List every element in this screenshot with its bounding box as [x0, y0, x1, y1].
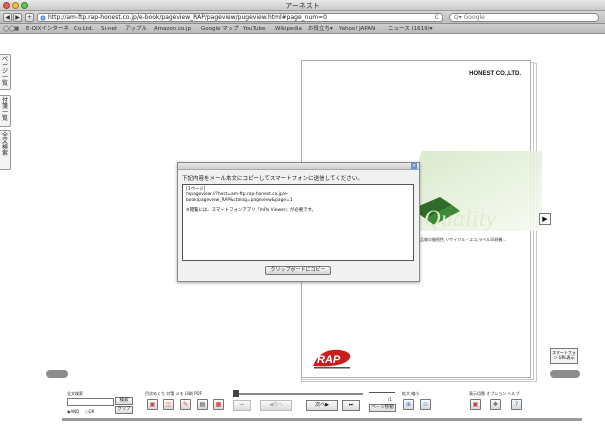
add-bookmark-button[interactable]: +: [25, 13, 34, 22]
dialog-close-button[interactable]: ×: [411, 163, 417, 169]
last-page-button[interactable]: ⏭: [342, 400, 360, 411]
bookmark-item[interactable]: Amazon.co.jp: [154, 25, 191, 33]
page-move-button[interactable]: ページ移動: [369, 404, 396, 412]
bookmark-item[interactable]: Yahoo! JAPAN: [339, 25, 375, 33]
or-label: OR: [88, 409, 95, 414]
scroll-left-handle[interactable]: [46, 370, 68, 378]
scroll-right-handle[interactable]: [550, 370, 580, 378]
globe-icon: [40, 15, 46, 21]
pdf-icon[interactable]: ▦: [213, 399, 224, 410]
or-radio[interactable]: ○OR: [85, 409, 94, 414]
and-label: AND: [70, 409, 80, 414]
forward-button[interactable]: ▶: [13, 13, 22, 22]
dialog-message: 下記内容をメール本文にコピーしてスマートフォンに送信してください。: [182, 176, 363, 182]
sticky-note-icon[interactable]: ✎: [180, 399, 191, 410]
bookmark-item[interactable]: YouTube: [243, 25, 265, 33]
display-options-help-label: 表示切替 オプション ヘルプ: [469, 391, 520, 396]
bottom-divider: [62, 418, 582, 421]
page-slider-track[interactable]: [233, 393, 363, 395]
zoom-label: 拡大 縮小: [402, 391, 420, 396]
bookmark-item[interactable]: ニュース (1619)▾: [388, 25, 433, 33]
back-button[interactable]: ◀: [3, 13, 12, 22]
next-page-arrow-button[interactable]: ▶: [539, 213, 551, 225]
page-number-input[interactable]: [369, 392, 395, 393]
smartphone-url-dialog: × 下記内容をメール本文にコピーしてスマートフォンに送信してください。 [1ペー…: [177, 162, 420, 282]
search-button[interactable]: 検索: [115, 397, 133, 405]
help-icon[interactable]: ?: [511, 399, 522, 410]
fulltext-search-input[interactable]: [67, 398, 114, 406]
next-page-button[interactable]: 次へ▶: [306, 400, 338, 411]
zoom-in-icon[interactable]: ⊕: [403, 399, 414, 410]
reload-icon[interactable]: C: [435, 14, 439, 22]
page-total: /1: [388, 397, 392, 402]
prev-page-button[interactable]: ◀前へ: [260, 400, 292, 411]
options-wrench-icon[interactable]: ❖: [490, 399, 501, 410]
textarea-line: ※閲覧には、スマートフォンアプリ『mPa Viewer』が必要です。: [186, 208, 316, 214]
display-toggle-icon[interactable]: ▣: [470, 399, 481, 410]
page-slider-thumb[interactable]: [233, 390, 239, 397]
bookmarks-bar: ◯◯ ▦ E-QIXインターネ Co.Ltd. Si-net アップル Amaz…: [0, 24, 605, 34]
side-tab-fulltext-search[interactable]: 全文検索: [0, 130, 11, 170]
search-label: 全文検索: [67, 391, 83, 396]
bookmark-item[interactable]: お役立ち▾: [308, 25, 333, 33]
flip-icon[interactable]: ◫: [163, 399, 174, 410]
copy-to-clipboard-button[interactable]: クリップボードにコピー: [265, 266, 331, 275]
bookmark-item[interactable]: Co.Ltd.: [74, 25, 93, 33]
clear-button[interactable]: クリア: [115, 406, 133, 414]
hero-text: Quality: [424, 206, 497, 231]
address-text: http://am-ftp.rap-honest.co.jp/e-book/pa…: [48, 14, 327, 21]
address-bar[interactable]: http://am-ftp.rap-honest.co.jp/e-book/pa…: [37, 13, 443, 22]
and-radio[interactable]: ◉AND: [67, 409, 79, 414]
bookmark-item[interactable]: Wikipedia: [275, 25, 302, 33]
smartphone-url-button[interactable]: スマートフォン URL表示: [550, 348, 578, 364]
browser-toolbar: ◀ ▶ + http://am-ftp.rap-honest.co.jp/e-b…: [0, 11, 605, 24]
tools-label: 目次めくり 付箋 メモ 印刷 PDF: [145, 391, 202, 396]
search-input[interactable]: Q▾ Google: [449, 13, 599, 22]
bottom-spacer: [0, 424, 605, 447]
memo-icon[interactable]: ▤: [197, 399, 208, 410]
side-tab-sticky-list[interactable]: 付箋一覧: [0, 95, 11, 127]
toc-icon[interactable]: ▣: [147, 399, 158, 410]
window-titlebar: アーネスト: [0, 0, 605, 11]
zoom-out-icon[interactable]: ⊖: [420, 399, 431, 410]
side-tab-page-list[interactable]: ページ一覧: [0, 54, 11, 90]
dialog-titlebar: ×: [178, 163, 419, 170]
dialog-url-textarea[interactable]: [1ページ] mpageview://?host=am-ftp.rap-hone…: [182, 184, 414, 261]
cover-tagline: 品質の継続性,リサイクル・エコ,ラベル印刷機...: [420, 237, 507, 242]
bookmark-item[interactable]: Si-net: [101, 25, 117, 33]
brand-name: HONEST CO.,LTD.: [469, 71, 521, 77]
window-title: アーネスト: [285, 2, 320, 10]
bookmark-item[interactable]: Google マップ: [201, 25, 239, 33]
first-page-button[interactable]: ⏮: [233, 400, 251, 411]
bookmark-item[interactable]: アップル: [125, 25, 147, 33]
rap-logo-icon: RAP: [313, 349, 351, 369]
svg-text:RAP: RAP: [317, 354, 341, 366]
top-sites-icon[interactable]: ▦: [14, 25, 19, 33]
bookmark-item[interactable]: E-QIXインターネ: [26, 25, 69, 33]
